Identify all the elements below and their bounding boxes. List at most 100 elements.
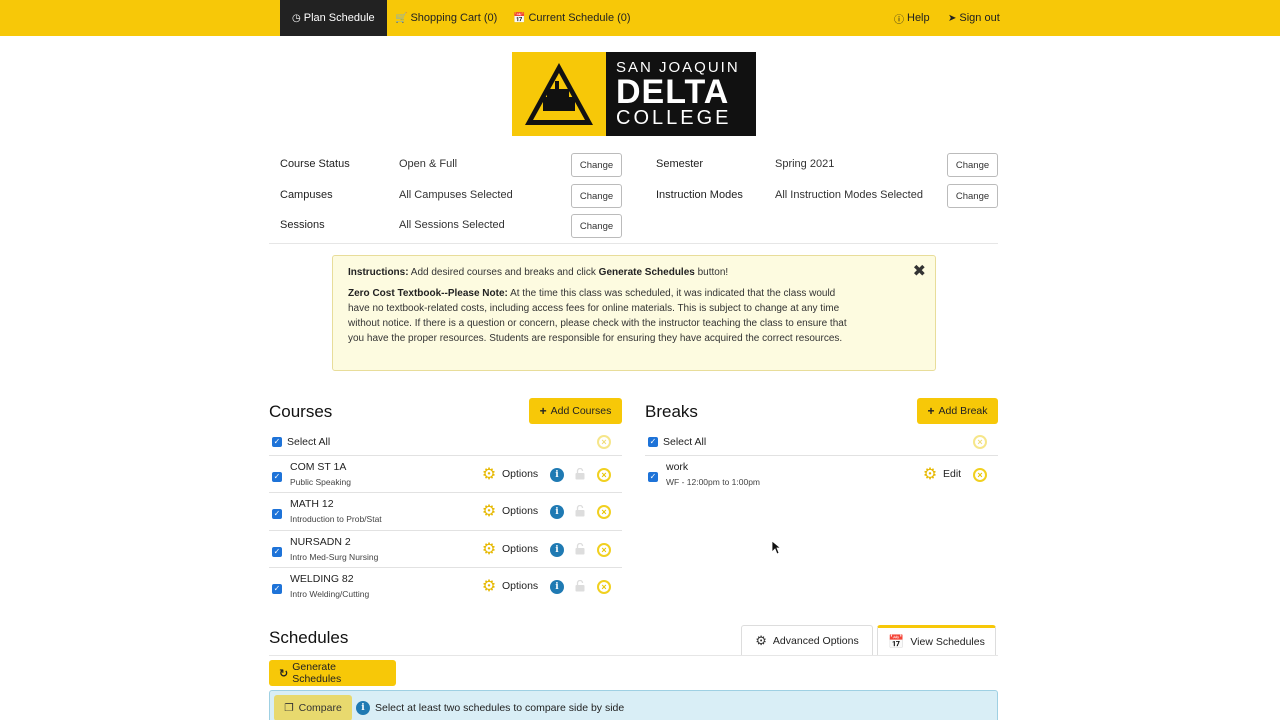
breaks-title: Breaks (645, 402, 698, 421)
breaks-select-all-label: Select All (663, 436, 707, 448)
add-courses-button[interactable]: + Add Courses (529, 398, 622, 424)
calendar-icon: 📅 (888, 634, 905, 649)
course-options-button[interactable]: Options (502, 580, 538, 592)
semester-change-button[interactable]: Change (947, 153, 998, 177)
compare-hint: Select at least two schedules to compare… (375, 702, 625, 714)
nav-sign-out[interactable]: ➤ Sign out (948, 0, 1000, 36)
break-checkbox[interactable]: ✓ (648, 472, 658, 482)
campuses-value: All Campuses Selected (399, 189, 513, 201)
textbook-note: Zero Cost Textbook--Please Note: At the … (348, 286, 858, 346)
logo-text-line3: COLLEGE (616, 107, 732, 129)
info-icon[interactable]: i (550, 468, 564, 482)
lock-icon[interactable] (575, 580, 585, 592)
generate-schedules-button[interactable]: ↻ Generate Schedules (269, 660, 396, 686)
course-options-button[interactable]: Options (502, 543, 538, 555)
lock-icon[interactable] (575, 543, 585, 555)
instructions-text-part2: button! (694, 267, 729, 278)
course-options-button[interactable]: Options (502, 468, 538, 480)
break-row: ✓ work WF - 12:00pm to 1:00pm ⚙ Edit × (645, 455, 998, 492)
lock-icon[interactable] (575, 505, 585, 517)
checkbox[interactable]: ✓ (648, 437, 658, 447)
help-icon: ⓘ (894, 14, 904, 26)
semester-value: Spring 2021 (775, 158, 835, 170)
remove-all-breaks-icon[interactable]: × (973, 435, 987, 449)
instructions-bold: Generate Schedules (598, 267, 695, 278)
course-name: Introduction to Prob/Stat (290, 514, 382, 524)
sessions-value: All Sessions Selected (399, 219, 505, 231)
info-icon[interactable]: i (550, 543, 564, 557)
instructions-label: Instructions: (348, 267, 409, 278)
compare-button[interactable]: ❐ Compare (274, 695, 352, 720)
close-icon[interactable]: ✖ (913, 264, 926, 280)
textbook-note-label: Zero Cost Textbook--Please Note: (348, 288, 508, 299)
gear-icon[interactable]: ⚙ (481, 504, 497, 520)
courses-title: Courses (269, 402, 333, 421)
instructions-text: Instructions: Add desired courses and br… (348, 265, 858, 280)
course-checkbox[interactable]: ✓ (272, 509, 282, 519)
mouse-cursor-icon (771, 540, 781, 555)
copy-icon: ❐ (284, 702, 294, 714)
gear-icon[interactable]: ⚙ (481, 467, 497, 483)
nav-shopping-cart[interactable]: 🛒 Shopping Cart (0) (395, 0, 497, 36)
campuses-change-button[interactable]: Change (571, 184, 622, 208)
remove-course-icon[interactable]: × (597, 580, 611, 594)
course-checkbox[interactable]: ✓ (272, 547, 282, 557)
course-row: ✓ COM ST 1A Public Speaking ⚙ Options i … (269, 455, 622, 492)
sessions-change-button[interactable]: Change (571, 214, 622, 238)
course-code: NURSADN 2 (290, 536, 351, 548)
gear-icon[interactable]: ⚙ (481, 542, 497, 558)
course-checkbox[interactable]: ✓ (272, 472, 282, 482)
break-time: WF - 12:00pm to 1:00pm (666, 477, 761, 487)
instructions-text-part1: Add desired courses and breaks and click (408, 267, 599, 278)
remove-course-icon[interactable]: × (597, 505, 611, 519)
instruction-modes-change-button[interactable]: Change (947, 184, 998, 208)
gear-icon[interactable]: ⚙ (922, 467, 938, 483)
courses-select-all-label: Select All (287, 436, 331, 448)
course-checkbox[interactable]: ✓ (272, 584, 282, 594)
break-name: work (666, 461, 689, 473)
tab-view-schedules[interactable]: 📅 View Schedules (877, 625, 996, 656)
remove-break-icon[interactable]: × (973, 468, 987, 482)
refresh-icon: ↻ (279, 667, 289, 680)
course-options-button[interactable]: Options (502, 505, 538, 517)
nav-help-label: Help (907, 12, 930, 24)
college-logo: SAN JOAQUIN DELTA COLLEGE (512, 52, 756, 136)
info-icon[interactable]: i (550, 505, 564, 519)
add-break-button[interactable]: + Add Break (917, 398, 998, 424)
tab-view-schedules-label: View Schedules (910, 636, 985, 648)
checkbox[interactable]: ✓ (272, 437, 282, 447)
lock-icon[interactable] (575, 468, 585, 480)
tab-advanced-options[interactable]: ⚙ Advanced Options (741, 625, 873, 656)
instructions-alert: Instructions: Add desired courses and br… (332, 255, 936, 371)
schedules-divider (269, 655, 998, 656)
breaks-select-all[interactable]: ✓ Select All (648, 436, 706, 448)
nav-help[interactable]: ⓘ Help (894, 0, 930, 36)
course-status-change-button[interactable]: Change (571, 153, 622, 177)
clock-icon: ◷ (292, 12, 301, 24)
logo-text-line2: DELTA (616, 73, 730, 111)
logo-wordmark: SAN JOAQUIN DELTA COLLEGE (606, 52, 756, 136)
course-name: Public Speaking (290, 477, 351, 487)
nav-shopping-cart-label: Shopping Cart (0) (410, 12, 498, 24)
sessions-label: Sessions (280, 219, 325, 231)
filters-divider (269, 243, 998, 244)
course-row: ✓ MATH 12 Introduction to Prob/Stat ⚙ Op… (269, 492, 622, 529)
course-name: Intro Welding/Cutting (290, 589, 370, 599)
nav-plan-schedule[interactable]: ◷ Plan Schedule (280, 0, 387, 36)
gear-icon[interactable]: ⚙ (481, 579, 497, 595)
remove-course-icon[interactable]: × (597, 543, 611, 557)
semester-label: Semester (656, 158, 704, 170)
remove-all-courses-icon[interactable]: × (597, 435, 611, 449)
info-icon[interactable]: i (550, 580, 564, 594)
info-icon: i (356, 701, 370, 715)
courses-select-all[interactable]: ✓ Select All (272, 436, 330, 448)
nav-current-schedule[interactable]: 📅 Current Schedule (0) (513, 0, 631, 36)
break-edit-button[interactable]: Edit (943, 468, 961, 480)
nav-sign-out-label: Sign out (959, 12, 1000, 24)
remove-course-icon[interactable]: × (597, 468, 611, 482)
logo-emblem (512, 52, 606, 136)
course-code: COM ST 1A (290, 461, 347, 473)
plus-icon: + (539, 404, 547, 418)
tab-advanced-options-label: Advanced Options (772, 635, 859, 647)
gears-icon: ⚙ (755, 633, 767, 648)
